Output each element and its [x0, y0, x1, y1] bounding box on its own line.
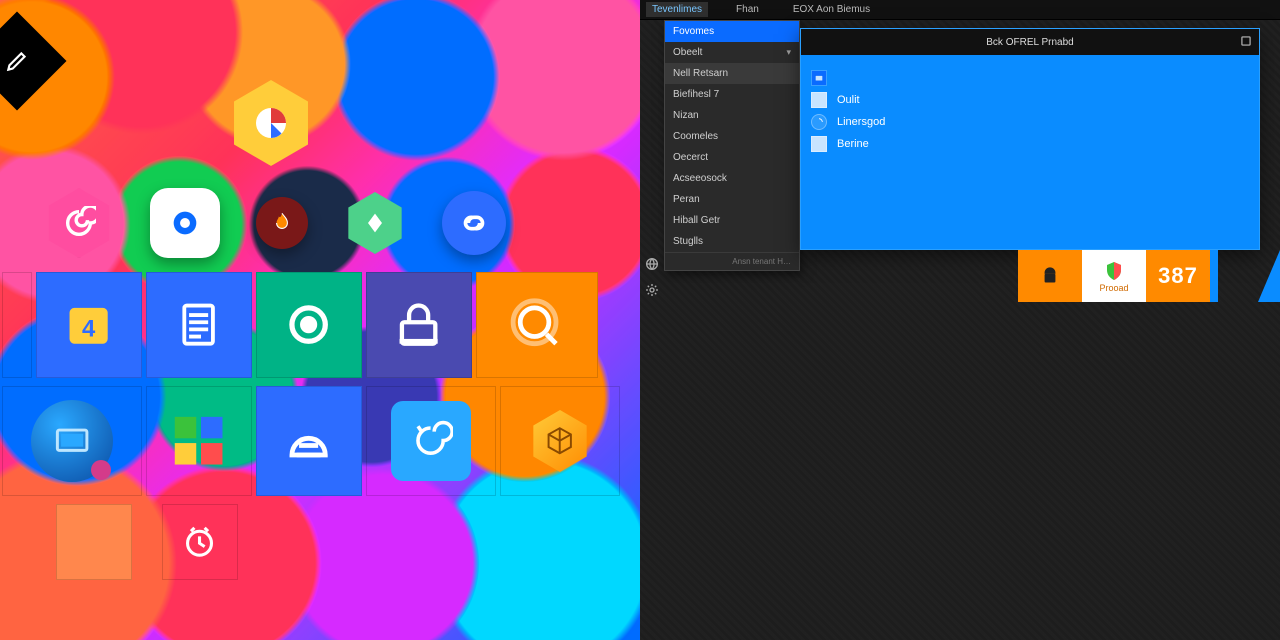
entry-0[interactable]	[811, 67, 1249, 89]
spiral-icon	[62, 206, 96, 240]
folder-icon	[811, 70, 827, 86]
menu-item-1[interactable]: Fhan	[730, 2, 765, 17]
globe-icon[interactable]	[644, 256, 660, 272]
document-icon	[170, 296, 227, 353]
dd-item-6[interactable]: Oecerct	[665, 147, 799, 168]
tile-document[interactable]	[146, 272, 252, 378]
dd-item-0[interactable]: Fovomes	[665, 21, 799, 42]
tile-target[interactable]	[256, 272, 362, 378]
chevron-down-icon: ▾	[786, 47, 791, 58]
dd-item-10[interactable]: Stuglls	[665, 231, 799, 252]
shield-icon	[1102, 259, 1126, 283]
tile-windows[interactable]	[146, 386, 252, 496]
link-icon	[457, 206, 491, 240]
pie-icon	[251, 103, 291, 143]
right-desktop: Tevenlimes Fhan EOX Aon Biemus Fovomes O…	[640, 0, 1280, 640]
lock-icon	[390, 296, 447, 353]
windows-icon	[170, 411, 227, 470]
search-icon	[504, 296, 570, 353]
dd-item-8[interactable]: Peran	[665, 189, 799, 210]
app-icon-link[interactable]	[442, 191, 506, 255]
dd-item-4[interactable]: Nizan	[665, 105, 799, 126]
cube-icon	[543, 424, 576, 457]
diamond-icon	[361, 209, 389, 237]
dd-footer: Ansn tenant H…	[665, 252, 799, 270]
tile-cube[interactable]	[500, 386, 620, 496]
tray-android[interactable]	[1018, 250, 1082, 302]
tray-shield[interactable]: Prooad	[1082, 250, 1146, 302]
menubar: Tevenlimes Fhan EOX Aon Biemus	[640, 0, 1280, 20]
tile-clock[interactable]	[162, 504, 238, 580]
entry-1[interactable]: Oulit	[811, 89, 1249, 111]
app-icon-row	[0, 178, 640, 268]
clock-icon	[179, 521, 220, 562]
tile-row-1: 4	[0, 270, 640, 380]
tile-drive[interactable]	[256, 386, 362, 496]
gear-icon[interactable]	[644, 282, 660, 298]
app-icon-camera[interactable]	[150, 188, 220, 258]
tray-number[interactable]: 387	[1146, 250, 1210, 302]
entry-2[interactable]: Linersgod	[811, 111, 1249, 133]
tile-grid: 4	[0, 270, 640, 582]
target-icon	[280, 296, 337, 353]
window-title: Bck OFREL Prnabd	[986, 37, 1073, 48]
tile-search[interactable]	[476, 272, 598, 378]
tray: Prooad 387	[1018, 250, 1218, 302]
drive-icon	[280, 411, 337, 470]
dd-item-2[interactable]: Nell Retsarn	[665, 63, 799, 84]
tile-swirl[interactable]	[366, 386, 496, 496]
window-body: Oulit Linersgod Berine	[801, 55, 1259, 167]
app-icon-diamond[interactable]	[344, 192, 406, 254]
window-titlebar[interactable]: Bck OFREL Prnabd	[801, 29, 1259, 55]
camera-icon	[168, 206, 202, 240]
tray-edge	[1258, 250, 1280, 302]
dd-item-3[interactable]: Biefihesl 7	[665, 84, 799, 105]
app-icon-spiral[interactable]	[44, 188, 114, 258]
monitor-icon	[50, 419, 94, 463]
tile-lock[interactable]	[366, 272, 472, 378]
dd-item-7[interactable]: Acseeosock	[665, 168, 799, 189]
dropdown-menu: Fovomes Obeelt▾ Nell Retsarn Biefihesl 7…	[664, 20, 800, 271]
tile-blank[interactable]	[56, 504, 132, 580]
tile-calendar[interactable]: 4	[36, 272, 142, 378]
dd-item-1[interactable]: Obeelt▾	[665, 42, 799, 63]
tile-spacer	[2, 272, 32, 378]
swirl-icon	[409, 419, 452, 462]
svg-text:4: 4	[82, 316, 96, 343]
badge-icon	[91, 460, 111, 480]
dd-item-9[interactable]: Hiball Getr	[665, 210, 799, 231]
tile-row-3	[0, 502, 640, 582]
item-icon	[811, 92, 827, 108]
flame-icon	[269, 210, 295, 236]
app-window: Bck OFREL Prnabd Oulit Linersgod Berine	[800, 28, 1260, 250]
tile-row-2	[0, 384, 640, 498]
menu-item-0[interactable]: Tevenlimes	[646, 2, 708, 17]
spinner-icon	[811, 114, 827, 130]
android-icon	[1037, 263, 1063, 289]
tray-accent	[1210, 250, 1218, 302]
app-icon-flame[interactable]	[256, 197, 308, 249]
calendar-icon: 4	[60, 296, 117, 353]
left-desktop: 4	[0, 0, 640, 640]
pencil-icon	[4, 48, 30, 74]
dd-item-5[interactable]: Coomeles	[665, 126, 799, 147]
item-icon	[811, 136, 827, 152]
window-action-icon[interactable]	[1239, 34, 1253, 48]
entry-3[interactable]: Berine	[811, 133, 1249, 155]
menu-item-2[interactable]: EOX Aon Biemus	[787, 2, 876, 17]
tile-monitor[interactable]	[2, 386, 142, 496]
